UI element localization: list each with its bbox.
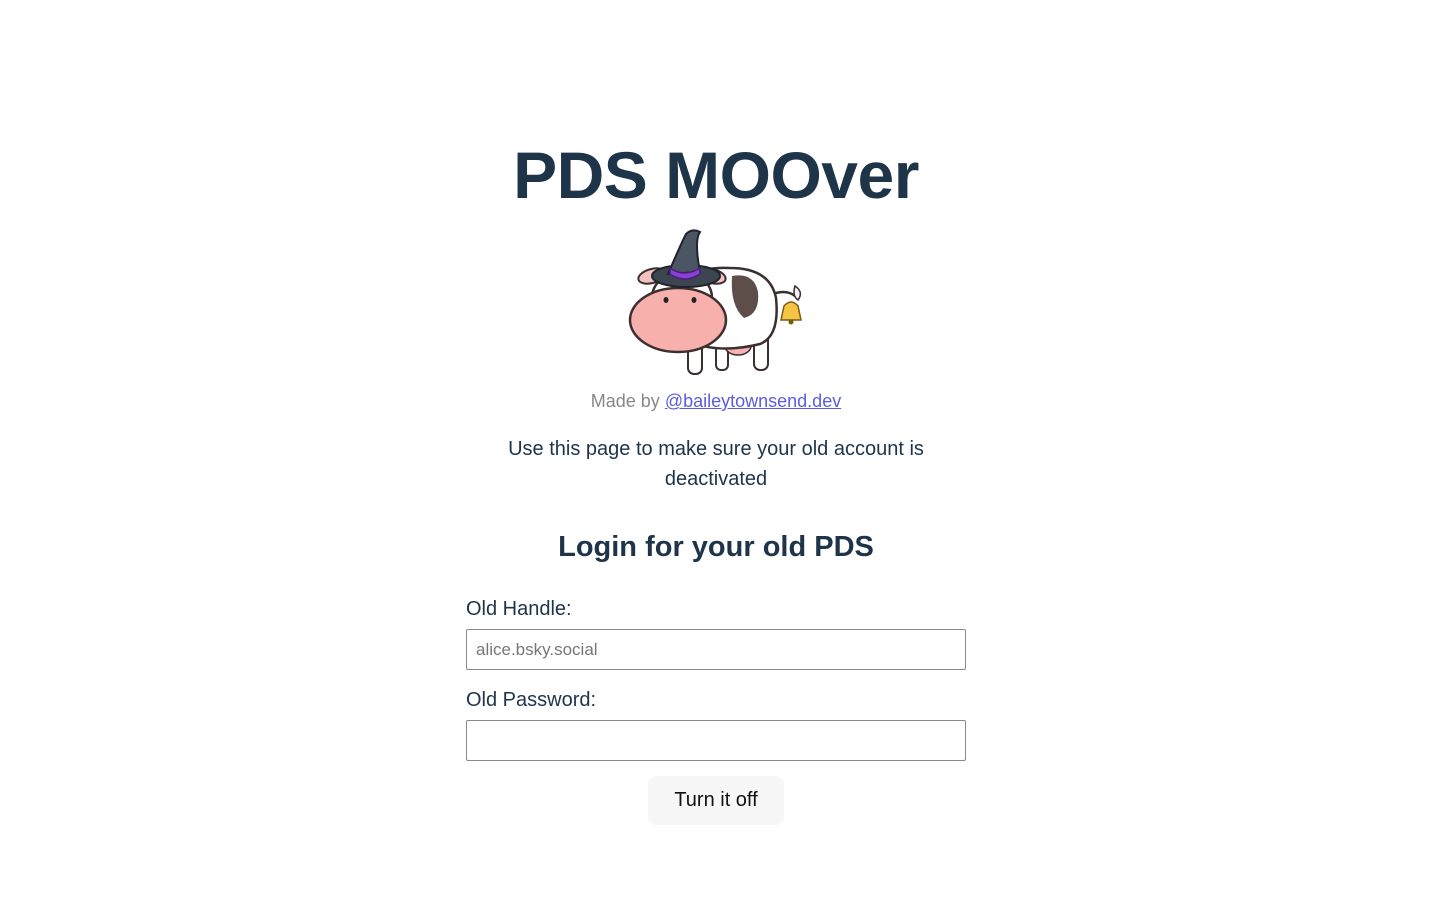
page-title: PDS MOOver bbox=[513, 138, 919, 212]
turn-it-off-button[interactable]: Turn it off bbox=[648, 776, 784, 825]
old-handle-input[interactable] bbox=[466, 629, 966, 670]
author-link[interactable]: @baileytownsend.dev bbox=[665, 391, 841, 411]
page: PDS MOOver Made by @baileytownsend.dev U… bbox=[0, 0, 1432, 921]
intro-text: Use this page to make sure your old acco… bbox=[508, 438, 924, 490]
old-handle-label: Old Handle: bbox=[466, 598, 572, 620]
credit-line: Made by @baileytownsend.dev bbox=[0, 389, 1432, 413]
credit-prefix: Made by bbox=[590, 391, 660, 411]
old-password-label: Old Password: bbox=[466, 689, 597, 711]
login-heading: Login for your old PDS bbox=[558, 531, 874, 563]
old-password-input[interactable] bbox=[466, 720, 966, 761]
cow-mascot-icon bbox=[628, 229, 802, 375]
